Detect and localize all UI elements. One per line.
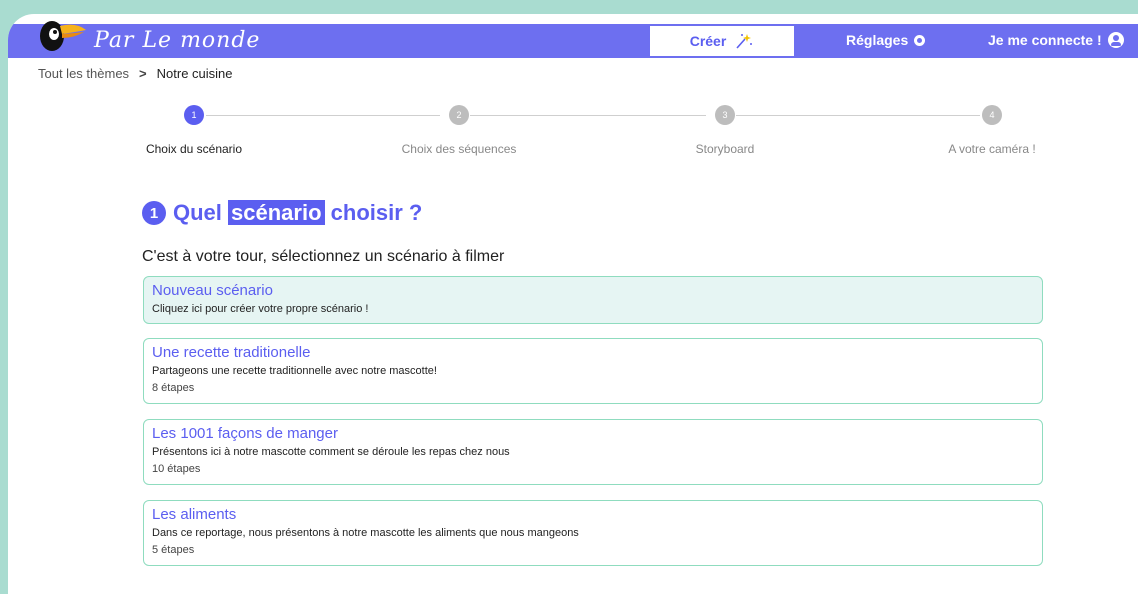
title-after: choisir ? [330, 200, 423, 225]
gear-icon [914, 34, 926, 46]
scenario-steps-count: 5 étapes [152, 544, 195, 556]
step-3-indicator[interactable]: 3 [715, 105, 735, 125]
new-scenario-card[interactable]: Nouveau scénario Cliquez ici pour créer … [143, 276, 1043, 324]
scenario-description: Dans ce reportage, nous présentons à not… [152, 527, 579, 539]
login-link[interactable]: Je me connecte ! [988, 32, 1124, 48]
login-label: Je me connecte ! [988, 32, 1102, 48]
stepper-connector [470, 115, 706, 116]
title-text: Quel scénario choisir ? [173, 200, 422, 226]
breadcrumb-root[interactable]: Tout les thèmes [38, 66, 129, 81]
step-1-label: Choix du scénario [145, 142, 243, 156]
user-circle-icon [1107, 32, 1124, 48]
step-2-label: Choix des séquences [401, 142, 517, 156]
scenario-title: Les aliments [152, 506, 237, 523]
brand-name[interactable]: Par Le monde [94, 28, 260, 53]
settings-label: Réglages [846, 32, 909, 48]
instruction-text: C'est à votre tour, sélectionnez un scén… [142, 248, 505, 265]
breadcrumb-separator: > [139, 66, 147, 81]
scenario-steps-count: 8 étapes [152, 382, 195, 394]
step-1-indicator[interactable]: 1 [184, 105, 204, 125]
scenario-card-recette[interactable]: Une recette traditionelle Partageons une… [143, 338, 1043, 404]
step-2-indicator[interactable]: 2 [449, 105, 469, 125]
title-highlight: scénario [228, 200, 325, 225]
page-title: 1 Quel scénario choisir ? [142, 200, 422, 226]
stepper-connector [736, 115, 980, 116]
scenario-description: Présentons ici à notre mascotte comment … [152, 446, 510, 458]
scenario-title: Une recette traditionelle [152, 344, 311, 361]
scenario-title: Les 1001 façons de manger [152, 425, 338, 442]
magic-wand-icon [736, 34, 753, 49]
app-window: Par Le monde Créer Réglages Je me connec… [8, 14, 1138, 594]
scenario-card-aliments[interactable]: Les aliments Dans ce reportage, nous pré… [143, 500, 1043, 566]
stepper-connector [206, 115, 440, 116]
create-button[interactable]: Créer [650, 26, 794, 56]
step-4-indicator[interactable]: 4 [982, 105, 1002, 125]
step-4-label: A votre caméra ! [948, 142, 1036, 156]
step-number-badge: 1 [142, 201, 166, 225]
scenario-description: Cliquez ici pour créer votre propre scén… [152, 303, 369, 315]
settings-link[interactable]: Réglages [846, 32, 926, 48]
breadcrumb-current: Notre cuisine [156, 66, 233, 81]
scenario-title: Nouveau scénario [152, 282, 273, 299]
title-before: Quel [173, 200, 222, 225]
breadcrumb: Tout les thèmes > Notre cuisine [38, 66, 233, 81]
create-button-label: Créer [689, 33, 727, 49]
toucan-logo-icon[interactable] [36, 18, 90, 60]
scenario-description: Partageons une recette traditionnelle av… [152, 365, 437, 377]
scenario-card-1001-facons[interactable]: Les 1001 façons de manger Présentons ici… [143, 419, 1043, 485]
scenario-steps-count: 10 étapes [152, 463, 201, 475]
top-navbar: Par Le monde Créer Réglages Je me connec… [8, 21, 1138, 58]
step-3-label: Storyboard [695, 142, 755, 156]
